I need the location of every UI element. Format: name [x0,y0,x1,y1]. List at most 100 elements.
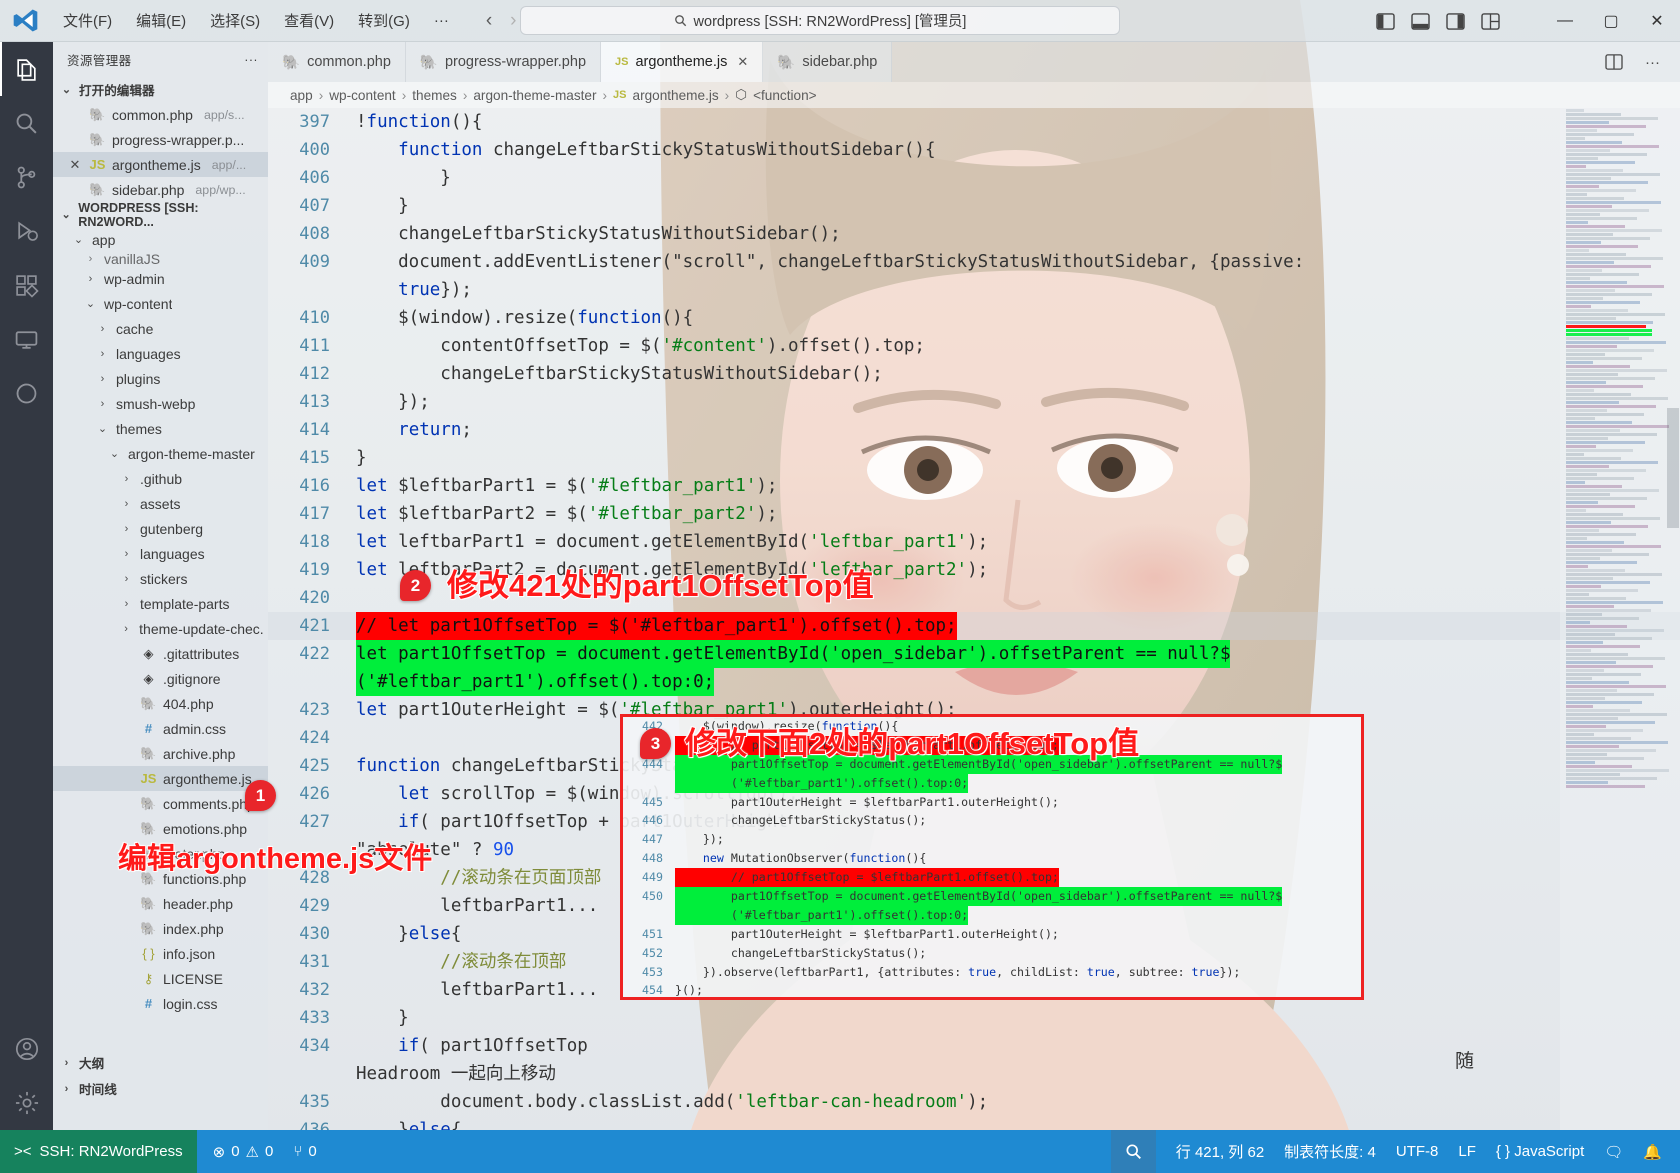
explorer-more-icon[interactable]: ··· [244,53,258,67]
breadcrumb[interactable]: app › wp-content › themes › argon-theme-… [268,82,1680,108]
menu-file[interactable]: 文件(F) [52,6,123,35]
activity-accounts[interactable] [0,1022,53,1076]
code-line[interactable]: 436 }else{ [268,1116,1680,1130]
tree-item-theme-update-chec-[interactable]: ›theme-update-chec... [53,616,268,641]
chevron-down-icon[interactable]: ⌄ [95,422,110,435]
chevron-right-icon[interactable]: › [95,348,110,360]
activity-extensions[interactable] [0,258,53,312]
chevron-down-icon[interactable]: ⌄ [71,233,86,246]
tree-item-header-php[interactable]: 🐘header.php [53,891,268,916]
tree-item-app[interactable]: ⌄app [53,227,268,252]
tree-item-wp-admin[interactable]: ›wp-admin [53,266,268,291]
status-language-mode[interactable]: { } JavaScript [1496,1143,1584,1160]
status-left-group[interactable]: ⊗ 0 ⚠ 0 ⑂ 0 [197,1143,317,1161]
breadcrumb-item[interactable]: argontheme.js [633,88,719,103]
breadcrumb-item[interactable]: argon-theme-master [473,88,596,103]
open-editor-item[interactable]: 🐘 sidebar.php app/wp... [53,177,268,202]
status-remote-indicator[interactable]: >< SSH: RN2WordPress [0,1130,197,1173]
tree-item-admin-css[interactable]: #admin.css [53,716,268,741]
status-ports[interactable]: ⑂ 0 [293,1143,316,1160]
feedback-icon[interactable]: 🗨 [1604,1143,1623,1161]
status-eol[interactable]: LF [1458,1143,1476,1160]
open-editor-item[interactable]: 🐘 progress-wrapper.p... [53,127,268,152]
menu-edit[interactable]: 编辑(E) [125,6,197,35]
chevron-right-icon[interactable]: › [119,498,134,510]
code-line[interactable]: 414 return; [268,416,1680,444]
tree-item-smush-webp[interactable]: ›smush-webp [53,391,268,416]
section-timeline[interactable]: › 时间线 [53,1076,268,1101]
breadcrumb-item[interactable]: themes [412,88,457,103]
menu-go[interactable]: 转到(G) [347,6,421,35]
tree-item-gutenberg[interactable]: ›gutenberg [53,516,268,541]
editor-tab-bar[interactable]: 🐘 common.php 🐘 progress-wrapper.php JS a… [268,42,1680,82]
breadcrumb-item[interactable]: wp-content [329,88,396,103]
editor-scrollbar[interactable] [1666,108,1680,1130]
minimap[interactable] [1560,108,1680,1130]
more-actions-icon[interactable]: ··· [1645,54,1660,71]
code-line[interactable]: 435 document.body.classList.add('leftbar… [268,1088,1680,1116]
code-line[interactable]: 408 changeLeftbarStickyStatusWithoutSide… [268,220,1680,248]
code-line[interactable]: 417let $leftbarPart2 = $('#leftbar_part2… [268,500,1680,528]
editor-actions[interactable]: ··· [892,42,1680,82]
chevron-right-icon[interactable]: › [95,373,110,385]
code-line[interactable]: 421// let part1OffsetTop = $('#leftbar_p… [268,612,1680,640]
menu-bar[interactable]: 文件(F) 编辑(E) 选择(S) 查看(V) 转到(G) ··· [52,6,460,35]
tab-argontheme-js[interactable]: JS argontheme.js ✕ [601,42,763,82]
activity-run-debug[interactable] [0,204,53,258]
code-line[interactable]: 418let leftbarPart1 = document.getElemen… [268,528,1680,556]
tree-item-themes[interactable]: ⌄themes [53,416,268,441]
close-icon[interactable]: ✕ [737,54,748,70]
tree-item--gitignore[interactable]: ◈.gitignore [53,666,268,691]
activity-docker[interactable] [0,366,53,420]
window-controls[interactable]: — ▢ ✕ [1542,0,1680,42]
breadcrumb-item[interactable]: app [290,88,313,103]
status-right-group[interactable]: 行 421, 列 62 制表符长度: 4 UTF-8 LF { } JavaSc… [1111,1130,1680,1173]
code-line[interactable]: true}); [268,276,1680,304]
chevron-right-icon[interactable]: › [119,573,134,585]
menu-view[interactable]: 查看(V) [273,6,345,35]
activity-explorer[interactable] [0,42,53,96]
chevron-right-icon[interactable]: › [119,598,134,610]
chevron-right-icon[interactable]: › [95,398,110,410]
code-line[interactable]: ('#leftbar_part1').offset().top:0; [268,668,1680,696]
tab-common-php[interactable]: 🐘 common.php [268,42,406,82]
scrollbar-thumb[interactable] [1667,408,1679,528]
section-open-editors[interactable]: ⌄ 打开的编辑器 [53,77,268,102]
panel-bottom-icon[interactable] [1411,13,1430,30]
code-line[interactable]: 397!function(){ [268,108,1680,136]
code-line[interactable]: 413 }); [268,388,1680,416]
chevron-right-icon[interactable]: › [119,473,134,485]
chevron-right-icon[interactable]: › [119,548,134,560]
tree-item-archive-php[interactable]: 🐘archive.php [53,741,268,766]
code-line[interactable]: 406 } [268,164,1680,192]
activity-remote-explorer[interactable] [0,312,53,366]
menu-more[interactable]: ··· [423,8,460,33]
section-workspace[interactable]: ⌄ WORDPRESS [SSH: RN2WORD... [53,202,268,227]
close-button[interactable]: ✕ [1634,0,1680,42]
split-editor-icon[interactable] [1605,54,1623,70]
file-tree[interactable]: ⌄app›vanillaJS›wp-admin⌄wp-content›cache… [53,227,268,1016]
activity-bar[interactable] [0,42,53,1130]
tree-item-plugins[interactable]: ›plugins [53,366,268,391]
tree-item-cache[interactable]: ›cache [53,316,268,341]
tab-progress-wrapper-php[interactable]: 🐘 progress-wrapper.php [406,42,601,82]
code-line[interactable]: 415} [268,444,1680,472]
explorer-sidebar[interactable]: 资源管理器 ··· ⌄ 打开的编辑器 🐘 common.php app/s...… [53,42,268,1130]
navigation-buttons[interactable]: ‹ › [486,10,517,32]
status-encoding[interactable]: UTF-8 [1396,1143,1439,1160]
tree-item-languages[interactable]: ›languages [53,341,268,366]
code-line[interactable]: 400 function changeLeftbarStickyStatusWi… [268,136,1680,164]
tree-item-languages[interactable]: ›languages [53,541,268,566]
code-line[interactable]: 407 } [268,192,1680,220]
tree-item-vanillajs[interactable]: ›vanillaJS [53,252,268,266]
chevron-right-icon[interactable]: › [119,623,133,635]
code-line[interactable]: 433 } [268,1004,1680,1032]
status-search-button[interactable] [1111,1130,1156,1173]
tree-item-index-php[interactable]: 🐘index.php [53,916,268,941]
layout-grid-icon[interactable] [1481,13,1500,30]
tab-sidebar-php[interactable]: 🐘 sidebar.php [763,42,892,82]
tree-item-info-json[interactable]: { }info.json [53,941,268,966]
status-bar[interactable]: >< SSH: RN2WordPress ⊗ 0 ⚠ 0 ⑂ 0 行 421 [0,1130,1680,1173]
status-problems[interactable]: ⊗ 0 ⚠ 0 [213,1143,274,1161]
tree-item-template-parts[interactable]: ›template-parts [53,591,268,616]
